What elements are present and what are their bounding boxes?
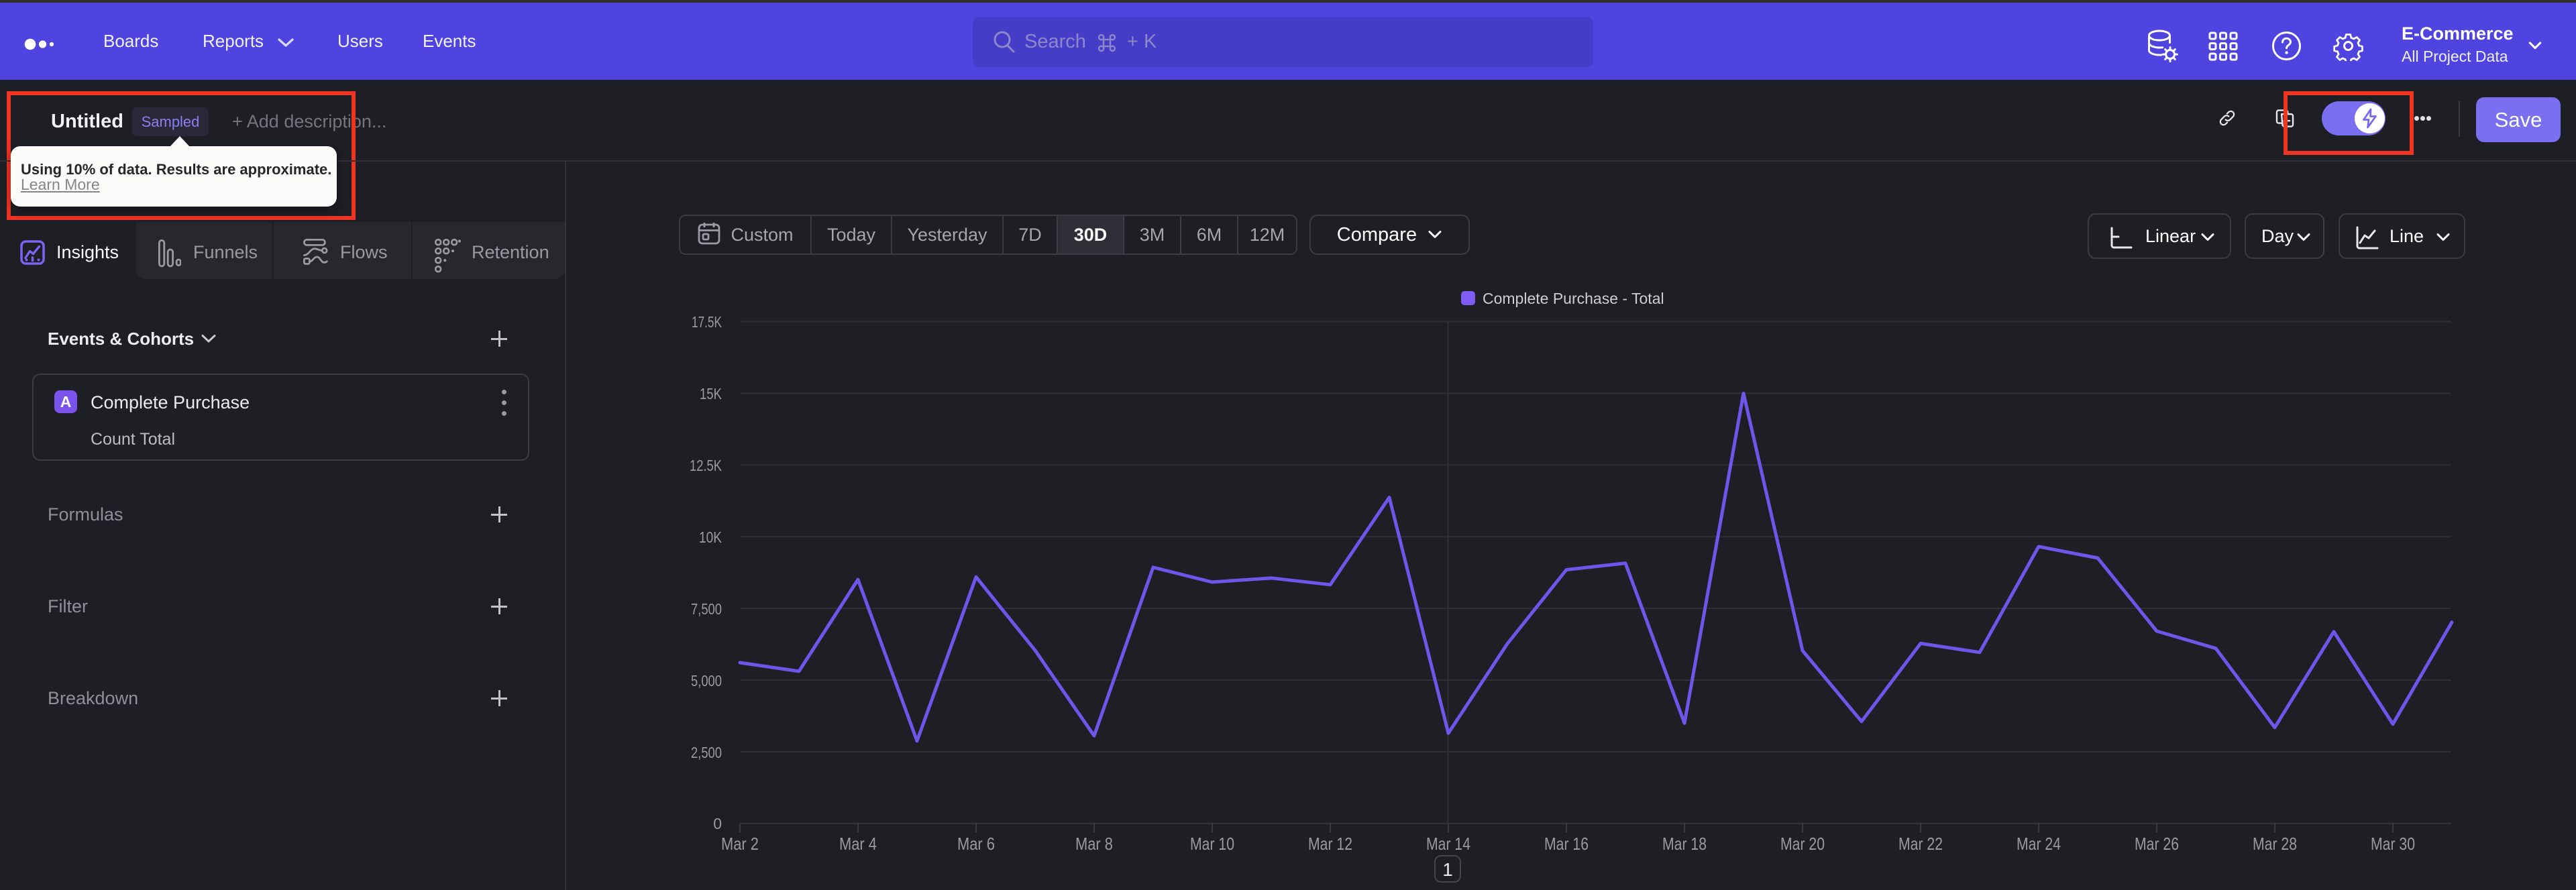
svg-text:15K: 15K <box>700 385 722 402</box>
svg-text:Mar 28: Mar 28 <box>2253 834 2297 854</box>
svg-text:Mar 20: Mar 20 <box>1780 834 1825 854</box>
svg-text:Mar 24: Mar 24 <box>2017 834 2061 854</box>
svg-text:Mar 26: Mar 26 <box>2135 834 2179 854</box>
svg-text:0: 0 <box>713 815 722 832</box>
svg-text:Mar 8: Mar 8 <box>1075 834 1113 854</box>
svg-text:Mar 10: Mar 10 <box>1190 834 1234 854</box>
svg-text:Mar 16: Mar 16 <box>1544 834 1589 854</box>
svg-text:7,500: 7,500 <box>691 600 722 618</box>
svg-text:Mar 12: Mar 12 <box>1308 834 1352 854</box>
svg-text:Mar 14: Mar 14 <box>1426 834 1470 854</box>
svg-text:5,000: 5,000 <box>691 672 722 689</box>
svg-text:Mar 18: Mar 18 <box>1662 834 1707 854</box>
svg-text:Mar 4: Mar 4 <box>839 834 877 854</box>
svg-text:10K: 10K <box>699 529 722 546</box>
svg-text:12.5K: 12.5K <box>690 457 722 474</box>
svg-text:2,500: 2,500 <box>691 744 722 761</box>
svg-text:17.5K: 17.5K <box>692 313 722 331</box>
svg-text:Mar 2: Mar 2 <box>721 834 759 854</box>
svg-text:Mar 30: Mar 30 <box>2371 834 2415 854</box>
svg-text:Mar 6: Mar 6 <box>957 834 995 854</box>
svg-text:Mar 22: Mar 22 <box>1898 834 1943 854</box>
